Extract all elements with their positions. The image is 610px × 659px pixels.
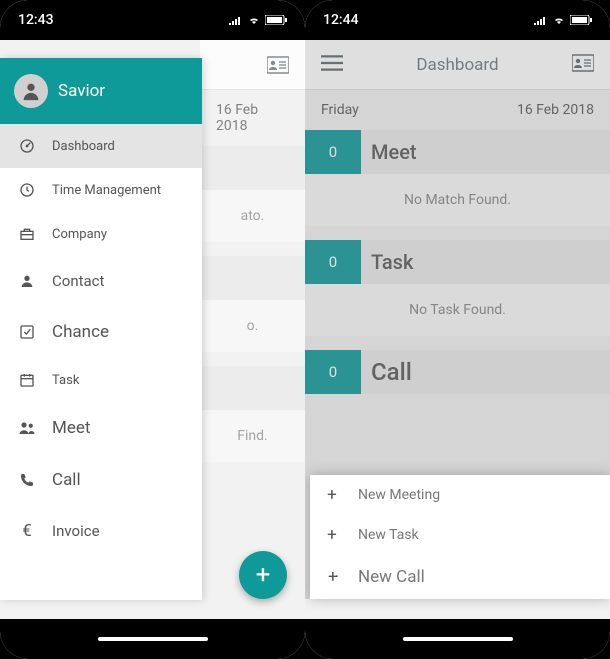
section-task: 0 Task No Task Found.: [305, 240, 610, 336]
sidebar-label: Task: [52, 373, 184, 388]
sidebar-item-task[interactable]: Task: [0, 358, 202, 402]
meet-empty-message: No Match Found.: [305, 174, 610, 226]
sidebar-item-meet[interactable]: Meet: [0, 402, 202, 454]
sidebar-label: Meet: [52, 418, 184, 438]
status-icons: [534, 15, 592, 25]
date-row: Friday 16 Feb 2018: [305, 90, 610, 130]
signal-icon: [534, 15, 548, 25]
date-full: 16 Feb 2018: [517, 102, 594, 118]
sidebar-label: Dashboard: [52, 139, 184, 154]
person-icon: [20, 80, 42, 102]
date-full: 16 Feb 2018: [216, 102, 289, 134]
id-card-icon: [572, 53, 594, 73]
signal-icon: [229, 15, 243, 25]
bottom-bar: [0, 619, 305, 659]
sidebar-label: Call: [52, 470, 184, 490]
sidebar-item-contact[interactable]: Contact: [0, 256, 202, 306]
home-indicator[interactable]: [403, 637, 513, 641]
sidebar-item-dashboard[interactable]: Dashboard: [0, 124, 202, 168]
sidebar-item-chance[interactable]: Chance: [0, 306, 202, 358]
section-title: Meet: [371, 140, 417, 164]
fab-menu-new-call[interactable]: +· New Call: [310, 555, 610, 599]
id-card-button[interactable]: [572, 53, 594, 77]
hamburger-icon: [321, 53, 343, 73]
section-title: Task: [371, 250, 413, 274]
person-icon: [18, 272, 36, 290]
main-content-behind: 16 Feb 2018 ato. o. Find.: [200, 40, 305, 619]
menu-button[interactable]: [321, 53, 343, 77]
euro-icon: €: [18, 522, 36, 540]
home-indicator[interactable]: [98, 637, 208, 641]
sidebar-label: Chance: [52, 322, 184, 342]
fab-menu-label: New Task: [358, 527, 419, 543]
plus-call-icon: +·: [324, 567, 340, 587]
sidebar-label: Company: [52, 227, 184, 242]
top-bar: Dashboard: [305, 40, 610, 90]
avatar[interactable]: [14, 74, 48, 108]
sidebar-header: Savior: [0, 58, 202, 124]
page-title: Dashboard: [416, 55, 498, 75]
date-day: Friday: [321, 102, 359, 118]
section-body: ato.: [200, 190, 305, 242]
plus-icon: +: [324, 485, 340, 505]
sidebar-label: Invoice: [52, 522, 184, 540]
bottom-bar: [305, 619, 610, 659]
sidebar-label: Time Management: [52, 183, 184, 198]
section-title: Call: [371, 358, 412, 386]
sidebar-item-invoice[interactable]: € Invoice: [0, 506, 202, 556]
status-time: 12:44: [323, 12, 359, 28]
battery-icon: [265, 15, 287, 25]
call-count: 0: [305, 350, 361, 394]
fab-menu: + New Meeting + New Task +· New Call: [310, 475, 610, 599]
status-bar: 12:44: [305, 0, 610, 40]
fab-menu-new-task[interactable]: + New Task: [310, 515, 610, 555]
sidebar-item-time-management[interactable]: Time Management: [0, 168, 202, 212]
screen-sidebar-open: 12:43 16 Feb 2018 ato. o.: [0, 0, 305, 659]
plus-icon: +: [324, 525, 340, 545]
fab-menu-new-meeting[interactable]: + New Meeting: [310, 475, 610, 515]
check-square-icon: [18, 323, 36, 341]
meet-count: 0: [305, 130, 361, 174]
task-empty-message: No Task Found.: [305, 284, 610, 336]
status-time: 12:43: [18, 12, 54, 28]
status-bar: 12:43: [0, 0, 305, 40]
phone-icon: [18, 471, 36, 489]
calendar-icon: [18, 371, 36, 389]
status-icons: [229, 15, 287, 25]
sidebar-label: Contact: [52, 272, 184, 290]
section-call: 0 Call: [305, 350, 610, 394]
task-count: 0: [305, 240, 361, 284]
screen-fab-menu-open: 12:44 Dashboard Friday 16 Feb 2018 0: [305, 0, 610, 659]
section-body: o.: [200, 300, 305, 352]
section-body: Find.: [200, 410, 305, 462]
sidebar-item-company[interactable]: Company: [0, 212, 202, 256]
battery-icon: [570, 15, 592, 25]
gauge-icon: [18, 137, 36, 155]
sidebar: Savior Dashboard Time Management Company: [0, 58, 202, 600]
fab-menu-label: New Call: [358, 567, 425, 587]
wifi-icon: [247, 15, 261, 25]
sidebar-username: Savior: [58, 81, 105, 101]
people-icon: [18, 419, 36, 437]
id-card-icon: [267, 55, 289, 75]
section-meet: 0 Meet No Match Found.: [305, 130, 610, 226]
fab-menu-label: New Meeting: [358, 487, 440, 503]
briefcase-icon: [18, 225, 36, 243]
wifi-icon: [552, 15, 566, 25]
clock-icon: [18, 181, 36, 199]
fab-add-button[interactable]: +: [239, 551, 287, 599]
sidebar-item-call[interactable]: Call: [0, 454, 202, 506]
